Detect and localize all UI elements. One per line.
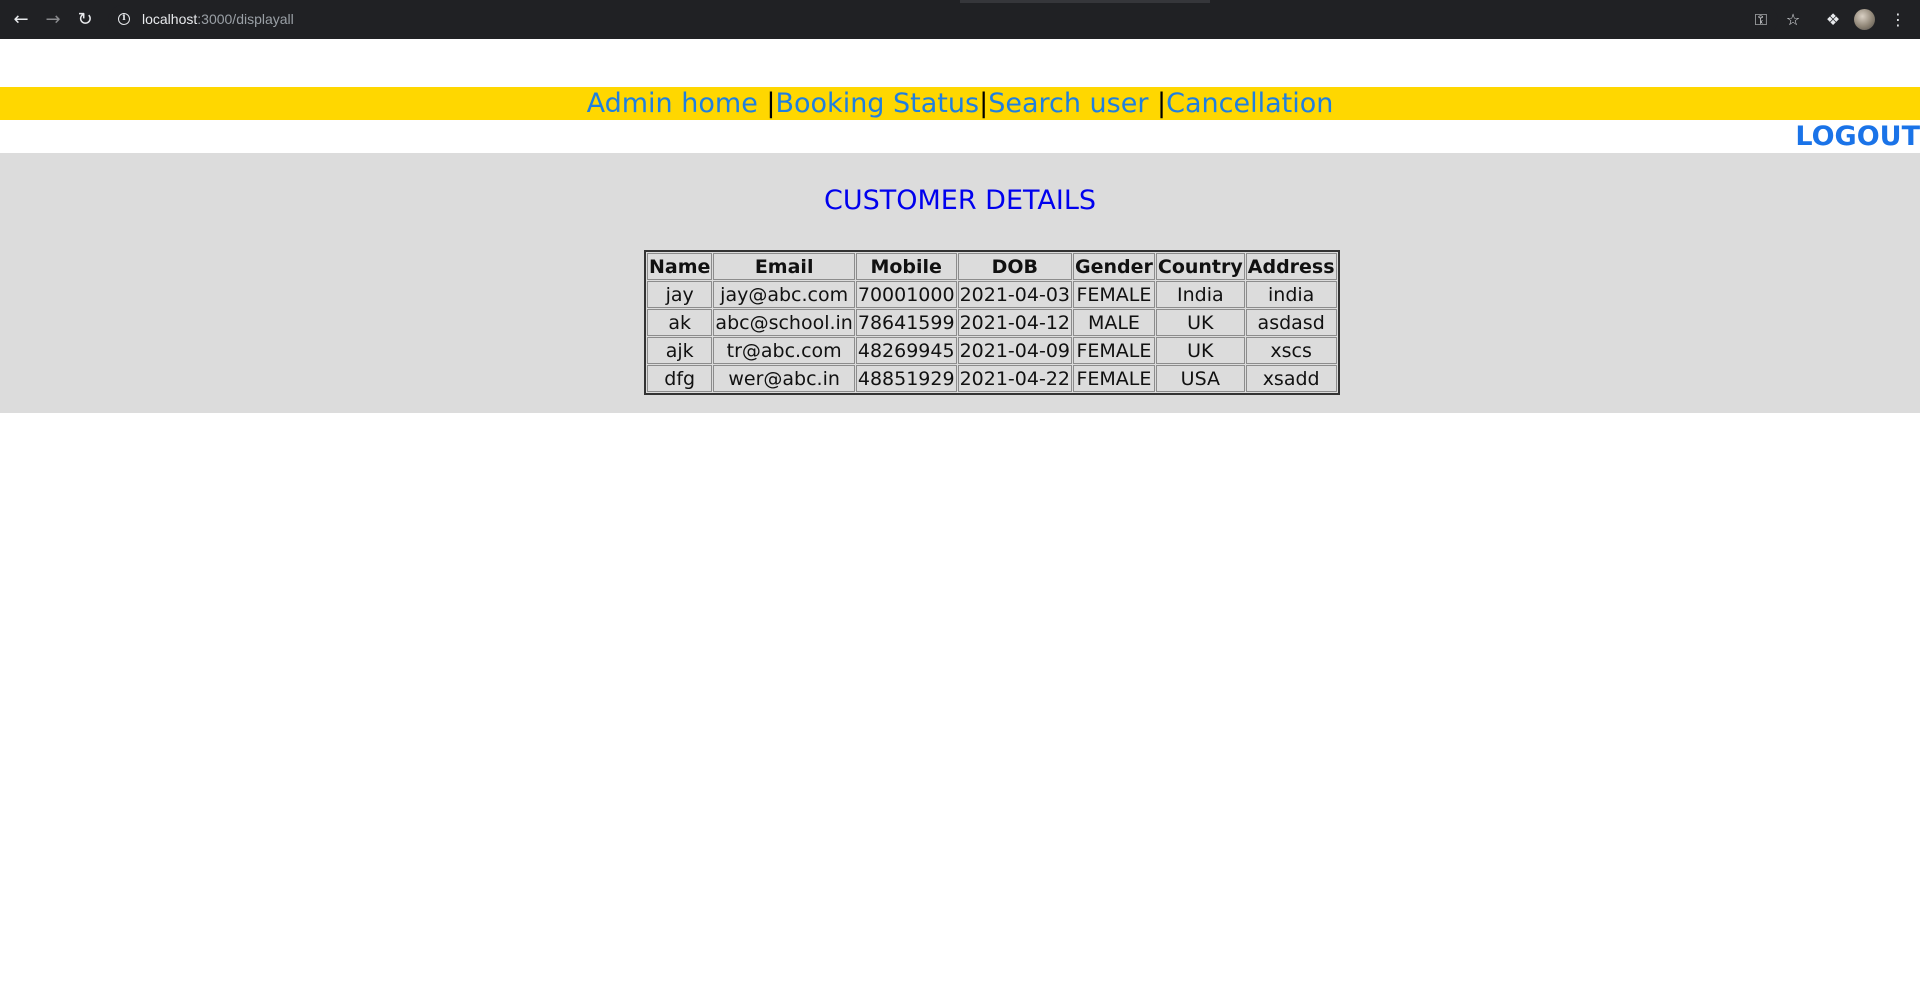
profile-avatar[interactable] — [1854, 9, 1875, 30]
site-info-icon[interactable]: i — [118, 13, 130, 25]
cell-gender: MALE — [1073, 309, 1155, 336]
column-header-gender: Gender — [1073, 253, 1155, 280]
nav-link-booking-status[interactable]: Booking Status — [776, 88, 980, 119]
cell-address: asdasd — [1245, 309, 1337, 336]
column-header-country: Country — [1155, 253, 1245, 280]
cell-address: india — [1245, 281, 1337, 308]
page-title: CUSTOMER DETAILS — [823, 185, 1097, 216]
customer-table: Name Email Mobile DOB Gender Country Add… — [644, 250, 1340, 395]
column-header-name: Name — [647, 253, 713, 280]
cell-dob: 2021-04-22 — [957, 365, 1072, 392]
column-header-mobile: Mobile — [855, 253, 957, 280]
cell-mobile: 70001000 — [855, 281, 957, 308]
tab-strip-indicator — [960, 0, 1210, 3]
logout-link[interactable]: LOGOUT — [1795, 121, 1920, 153]
nav-separator: | — [979, 88, 989, 119]
cell-mobile: 48851929 — [855, 365, 957, 392]
customer-details-section: CUSTOMER DETAILS Name Email Mobile DOB G… — [0, 153, 1920, 413]
top-navbar: Admin home |Booking Status|Search user |… — [0, 87, 1920, 120]
cell-email: wer@abc.in — [713, 365, 855, 392]
browser-toolbar: ← → ↻ i localhost:3000/displayall ⚿ ☆ ❖ … — [0, 0, 1920, 40]
cell-country: UK — [1155, 309, 1245, 336]
forward-arrow-icon[interactable]: → — [41, 8, 65, 32]
cell-address: xsadd — [1245, 365, 1337, 392]
nav-link-search-user[interactable]: Search user — [988, 88, 1157, 119]
url-text[interactable]: localhost:3000/displayall — [142, 11, 294, 27]
cell-email: jay@abc.com — [713, 281, 855, 308]
menu-kebab-icon[interactable]: ⋮ — [1886, 8, 1910, 32]
cell-address: xscs — [1245, 337, 1337, 364]
cell-mobile: 48269945 — [855, 337, 957, 364]
table-row: dfg wer@abc.in 48851929 2021-04-22 FEMAL… — [647, 365, 1337, 392]
cell-country: UK — [1155, 337, 1245, 364]
column-header-email: Email — [713, 253, 855, 280]
nav-link-admin-home[interactable]: Admin home — [587, 88, 767, 119]
cell-country: USA — [1155, 365, 1245, 392]
cell-email: abc@school.in — [713, 309, 855, 336]
column-header-address: Address — [1245, 253, 1337, 280]
table-row: ajk tr@abc.com 48269945 2021-04-09 FEMAL… — [647, 337, 1337, 364]
table-row: jay jay@abc.com 70001000 2021-04-03 FEMA… — [647, 281, 1337, 308]
table-row: ak abc@school.in 78641599 2021-04-12 MAL… — [647, 309, 1337, 336]
cell-dob: 2021-04-09 — [957, 337, 1072, 364]
key-icon[interactable]: ⚿ — [1749, 8, 1773, 32]
reload-icon[interactable]: ↻ — [73, 8, 97, 32]
cell-gender: FEMALE — [1073, 337, 1155, 364]
page: Admin home |Booking Status|Search user |… — [0, 39, 1920, 1008]
cell-email: tr@abc.com — [713, 337, 855, 364]
cell-name: jay — [647, 281, 713, 308]
cell-dob: 2021-04-03 — [957, 281, 1072, 308]
cell-name: ajk — [647, 337, 713, 364]
extensions-puzzle-icon[interactable]: ❖ — [1821, 8, 1845, 32]
cell-name: dfg — [647, 365, 713, 392]
star-icon[interactable]: ☆ — [1781, 8, 1805, 32]
url-path: :3000/displayall — [197, 11, 294, 27]
nav-link-cancellation[interactable]: Cancellation — [1166, 88, 1333, 119]
cell-country: India — [1155, 281, 1245, 308]
cell-name: ak — [647, 309, 713, 336]
nav-separator: | — [766, 88, 776, 119]
back-arrow-icon[interactable]: ← — [9, 8, 33, 32]
cell-dob: 2021-04-12 — [957, 309, 1072, 336]
address-bar[interactable]: i localhost:3000/displayall — [108, 5, 1778, 35]
table-header-row: Name Email Mobile DOB Gender Country Add… — [647, 253, 1337, 280]
column-header-dob: DOB — [957, 253, 1072, 280]
cell-gender: FEMALE — [1073, 365, 1155, 392]
url-host: localhost — [142, 11, 198, 27]
nav-separator: | — [1157, 88, 1167, 119]
cell-mobile: 78641599 — [855, 309, 957, 336]
cell-gender: FEMALE — [1073, 281, 1155, 308]
